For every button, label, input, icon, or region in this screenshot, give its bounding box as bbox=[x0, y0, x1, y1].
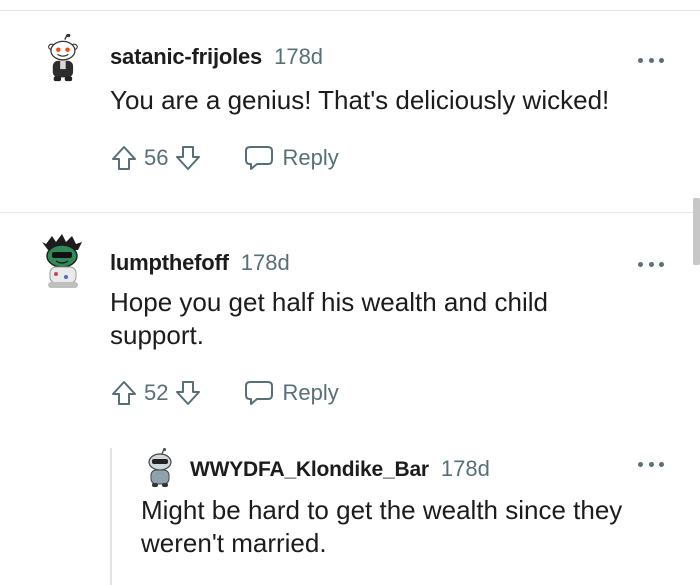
comment-meta: WWYDFA_Klondike_Bar 178d bbox=[190, 456, 490, 482]
reply-label: Reply bbox=[282, 145, 339, 170]
reply-label: Reply bbox=[282, 380, 339, 405]
vote-score: 52 bbox=[144, 380, 169, 405]
comment-actions: 52 Reply bbox=[110, 379, 339, 407]
more-options-button[interactable] bbox=[638, 259, 664, 269]
username-link[interactable]: WWYDFA_Klondike_Bar bbox=[190, 458, 429, 482]
vote-controls: 56 bbox=[110, 144, 202, 172]
comment-meta: satanic-frijoles 178d bbox=[110, 44, 323, 70]
upvote-icon[interactable] bbox=[110, 379, 138, 407]
vote-controls: 52 bbox=[110, 379, 202, 407]
comment-age: 178d bbox=[240, 250, 290, 275]
comment-age: 178d bbox=[274, 44, 324, 69]
username-link[interactable]: satanic-frijoles bbox=[110, 44, 262, 70]
thread-line[interactable] bbox=[110, 448, 112, 585]
comment-body: Hope you get half his wealth and child s… bbox=[110, 287, 548, 350]
comment-body: You are a genius! That's deliciously wic… bbox=[110, 85, 610, 115]
downvote-icon[interactable] bbox=[174, 144, 202, 172]
reply-button[interactable]: Reply bbox=[244, 144, 339, 172]
comment-meta: lumpthefoff 178d bbox=[110, 250, 290, 276]
top-divider bbox=[0, 10, 700, 11]
username-link[interactable]: lumpthefoff bbox=[110, 250, 229, 276]
avatar-icon[interactable] bbox=[38, 234, 88, 290]
avatar-icon[interactable] bbox=[38, 34, 86, 82]
downvote-icon[interactable] bbox=[174, 379, 202, 407]
more-options-button[interactable] bbox=[638, 459, 664, 469]
comment-divider bbox=[0, 212, 700, 213]
reply-button[interactable]: Reply bbox=[244, 379, 339, 407]
comment-bubble-icon bbox=[245, 146, 274, 170]
comment-age: 178d bbox=[440, 456, 490, 481]
upvote-icon[interactable] bbox=[110, 144, 138, 172]
comment-bubble-icon bbox=[245, 381, 274, 405]
vote-score: 56 bbox=[144, 145, 169, 170]
comment-body: Might be hard to get the wealth since th… bbox=[141, 495, 623, 558]
scrollbar-thumb[interactable] bbox=[693, 198, 700, 265]
comment-actions: 56 Reply bbox=[110, 144, 339, 172]
avatar-icon[interactable] bbox=[142, 448, 178, 488]
more-options-button[interactable] bbox=[638, 55, 664, 65]
